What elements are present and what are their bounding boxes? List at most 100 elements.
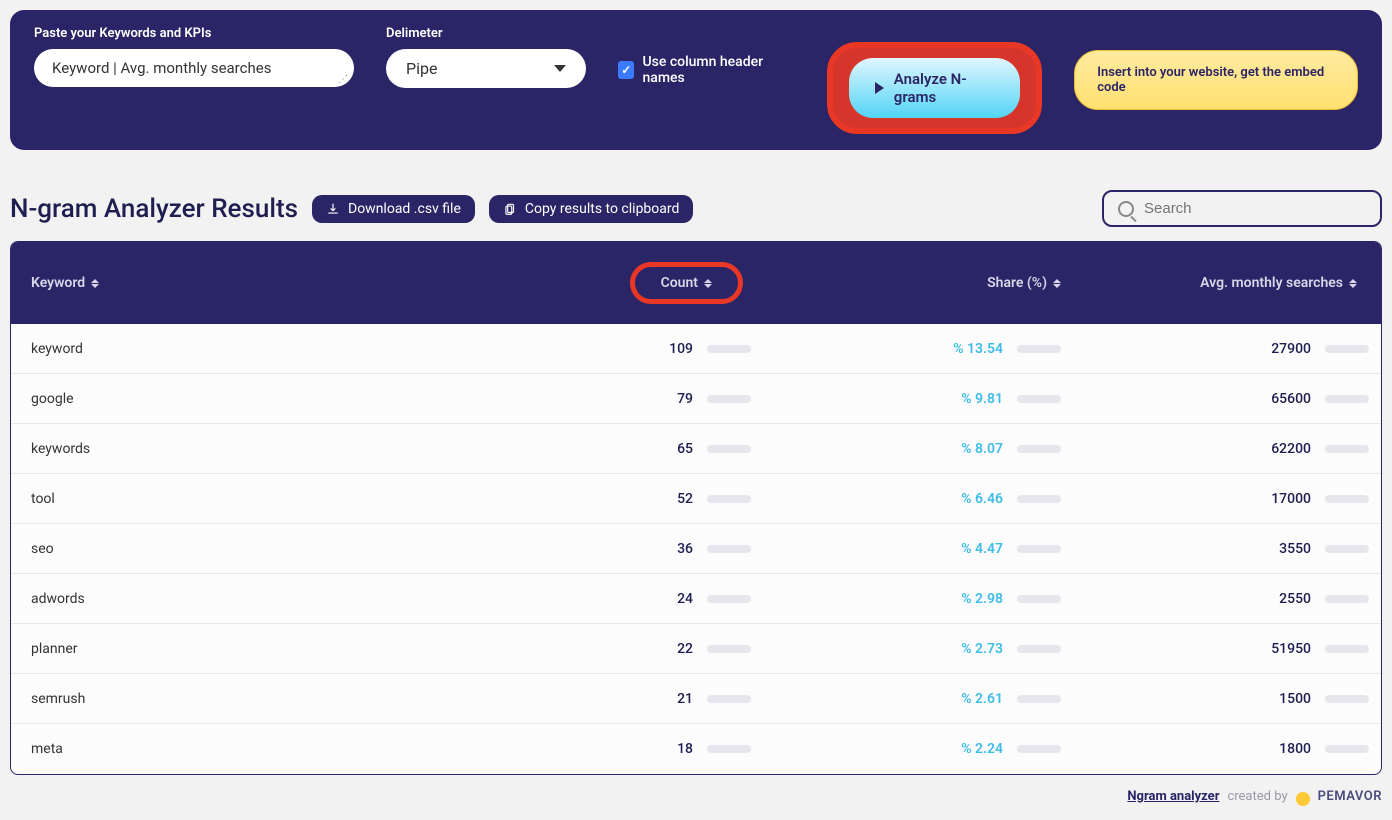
count-bar — [707, 545, 751, 553]
cell-count: 21 — [501, 674, 771, 723]
cell-count: 22 — [501, 624, 771, 673]
count-header-highlight: Count — [630, 262, 743, 304]
use-header-label: Use column header names — [642, 54, 794, 86]
play-icon — [875, 82, 884, 94]
avg-value: 17000 — [1271, 491, 1311, 507]
avg-bar — [1325, 645, 1369, 653]
keywords-label: Paste your Keywords and KPIs — [34, 26, 354, 41]
share-bar — [1017, 495, 1061, 503]
search-box[interactable] — [1102, 190, 1382, 227]
avg-value: 1500 — [1279, 691, 1311, 707]
avg-value: 51950 — [1271, 641, 1311, 657]
share-value: % 9.81 — [961, 391, 1003, 407]
cell-share: % 13.54 — [771, 324, 1081, 373]
cell-count: 52 — [501, 474, 771, 523]
analyze-button-label: Analyze N-grams — [894, 70, 994, 106]
col-header-keyword-label: Keyword — [31, 275, 85, 291]
cell-count: 79 — [501, 374, 771, 423]
cell-share: % 2.24 — [771, 724, 1081, 774]
cell-share: % 6.46 — [771, 474, 1081, 523]
col-header-keyword[interactable]: Keyword — [11, 242, 501, 324]
cell-count: 18 — [501, 724, 771, 774]
cell-share: % 2.98 — [771, 574, 1081, 623]
col-header-avg[interactable]: Avg. monthly searches — [1081, 242, 1381, 324]
table-row: meta 18 % 2.24 1800 — [11, 724, 1381, 774]
footer-link[interactable]: Ngram analyzer — [1127, 789, 1219, 804]
count-value: 79 — [673, 391, 693, 407]
col-header-share[interactable]: Share (%) — [771, 242, 1081, 324]
cell-keyword: adwords — [11, 574, 501, 623]
table-row: planner 22 % 2.73 51950 — [11, 624, 1381, 674]
share-value: % 8.07 — [961, 441, 1003, 457]
avg-value: 2550 — [1279, 591, 1311, 607]
avg-value: 1800 — [1279, 741, 1311, 757]
share-bar — [1017, 745, 1061, 753]
table-row: semrush 21 % 2.61 1500 — [11, 674, 1381, 724]
share-value: % 6.46 — [961, 491, 1003, 507]
search-input[interactable] — [1144, 200, 1366, 217]
resize-handle-icon: ⋰ — [338, 74, 348, 85]
embed-button[interactable]: Insert into your website, get the embed … — [1074, 50, 1358, 110]
keywords-field-group: Paste your Keywords and KPIs Keyword | A… — [34, 26, 354, 87]
cell-avg: 51950 — [1081, 624, 1381, 673]
pemavor-logo-icon — [1296, 792, 1310, 806]
avg-value: 62200 — [1271, 441, 1311, 457]
share-bar — [1017, 645, 1061, 653]
share-bar — [1017, 395, 1061, 403]
share-value: % 2.98 — [961, 591, 1003, 607]
use-header-checkbox-group[interactable]: ✓ Use column header names — [618, 54, 795, 86]
cell-avg: 62200 — [1081, 424, 1381, 473]
cell-keyword: tool — [11, 474, 501, 523]
sort-icon — [91, 279, 99, 288]
table-row: seo 36 % 4.47 3550 — [11, 524, 1381, 574]
count-value: 24 — [673, 591, 693, 607]
count-value: 52 — [673, 491, 693, 507]
table-row: keywords 65 % 8.07 62200 — [11, 424, 1381, 474]
share-value: % 2.61 — [961, 691, 1003, 707]
cell-share: % 2.73 — [771, 624, 1081, 673]
avg-bar — [1325, 745, 1369, 753]
analyze-button[interactable]: Analyze N-grams — [849, 58, 1020, 118]
share-value: % 4.47 — [961, 541, 1003, 557]
table-row: adwords 24 % 2.98 2550 — [11, 574, 1381, 624]
download-csv-button[interactable]: Download .csv file — [312, 195, 475, 223]
avg-bar — [1325, 495, 1369, 503]
cell-avg: 1800 — [1081, 724, 1381, 774]
delimiter-label: Delimeter — [386, 26, 586, 41]
avg-bar — [1325, 545, 1369, 553]
chevron-down-icon — [554, 65, 566, 72]
keywords-input[interactable]: Keyword | Avg. monthly searches ⋰ — [34, 49, 354, 87]
download-csv-label: Download .csv file — [348, 201, 461, 217]
share-bar — [1017, 345, 1061, 353]
cell-keyword: meta — [11, 724, 501, 774]
count-bar — [707, 645, 751, 653]
count-value: 21 — [673, 691, 693, 707]
share-bar — [1017, 595, 1061, 603]
cell-count: 65 — [501, 424, 771, 473]
toolbar: Paste your Keywords and KPIs Keyword | A… — [10, 10, 1382, 150]
share-bar — [1017, 445, 1061, 453]
cell-count: 109 — [501, 324, 771, 373]
delimiter-select[interactable]: Pipe — [386, 49, 586, 88]
copy-clipboard-button[interactable]: Copy results to clipboard — [489, 195, 694, 223]
cell-keyword: semrush — [11, 674, 501, 723]
cell-keyword: planner — [11, 624, 501, 673]
col-header-avg-label: Avg. monthly searches — [1200, 275, 1343, 291]
results-table: Keyword Count Share (%) Avg. monthly sea… — [10, 241, 1382, 775]
cell-keyword: google — [11, 374, 501, 423]
count-value: 65 — [673, 441, 693, 457]
avg-value: 3550 — [1279, 541, 1311, 557]
checkbox-checked-icon[interactable]: ✓ — [618, 61, 634, 79]
table-row: tool 52 % 6.46 17000 — [11, 474, 1381, 524]
col-header-count[interactable]: Count — [501, 242, 771, 324]
search-icon — [1118, 201, 1134, 217]
clipboard-icon — [503, 202, 517, 216]
share-value: % 13.54 — [953, 341, 1003, 357]
share-bar — [1017, 545, 1061, 553]
avg-bar — [1325, 695, 1369, 703]
cell-share: % 2.61 — [771, 674, 1081, 723]
count-value: 109 — [669, 341, 693, 357]
analyze-button-highlight: Analyze N-grams — [827, 42, 1042, 134]
share-value: % 2.73 — [961, 641, 1003, 657]
delimiter-field-group: Delimeter Pipe — [386, 26, 586, 88]
